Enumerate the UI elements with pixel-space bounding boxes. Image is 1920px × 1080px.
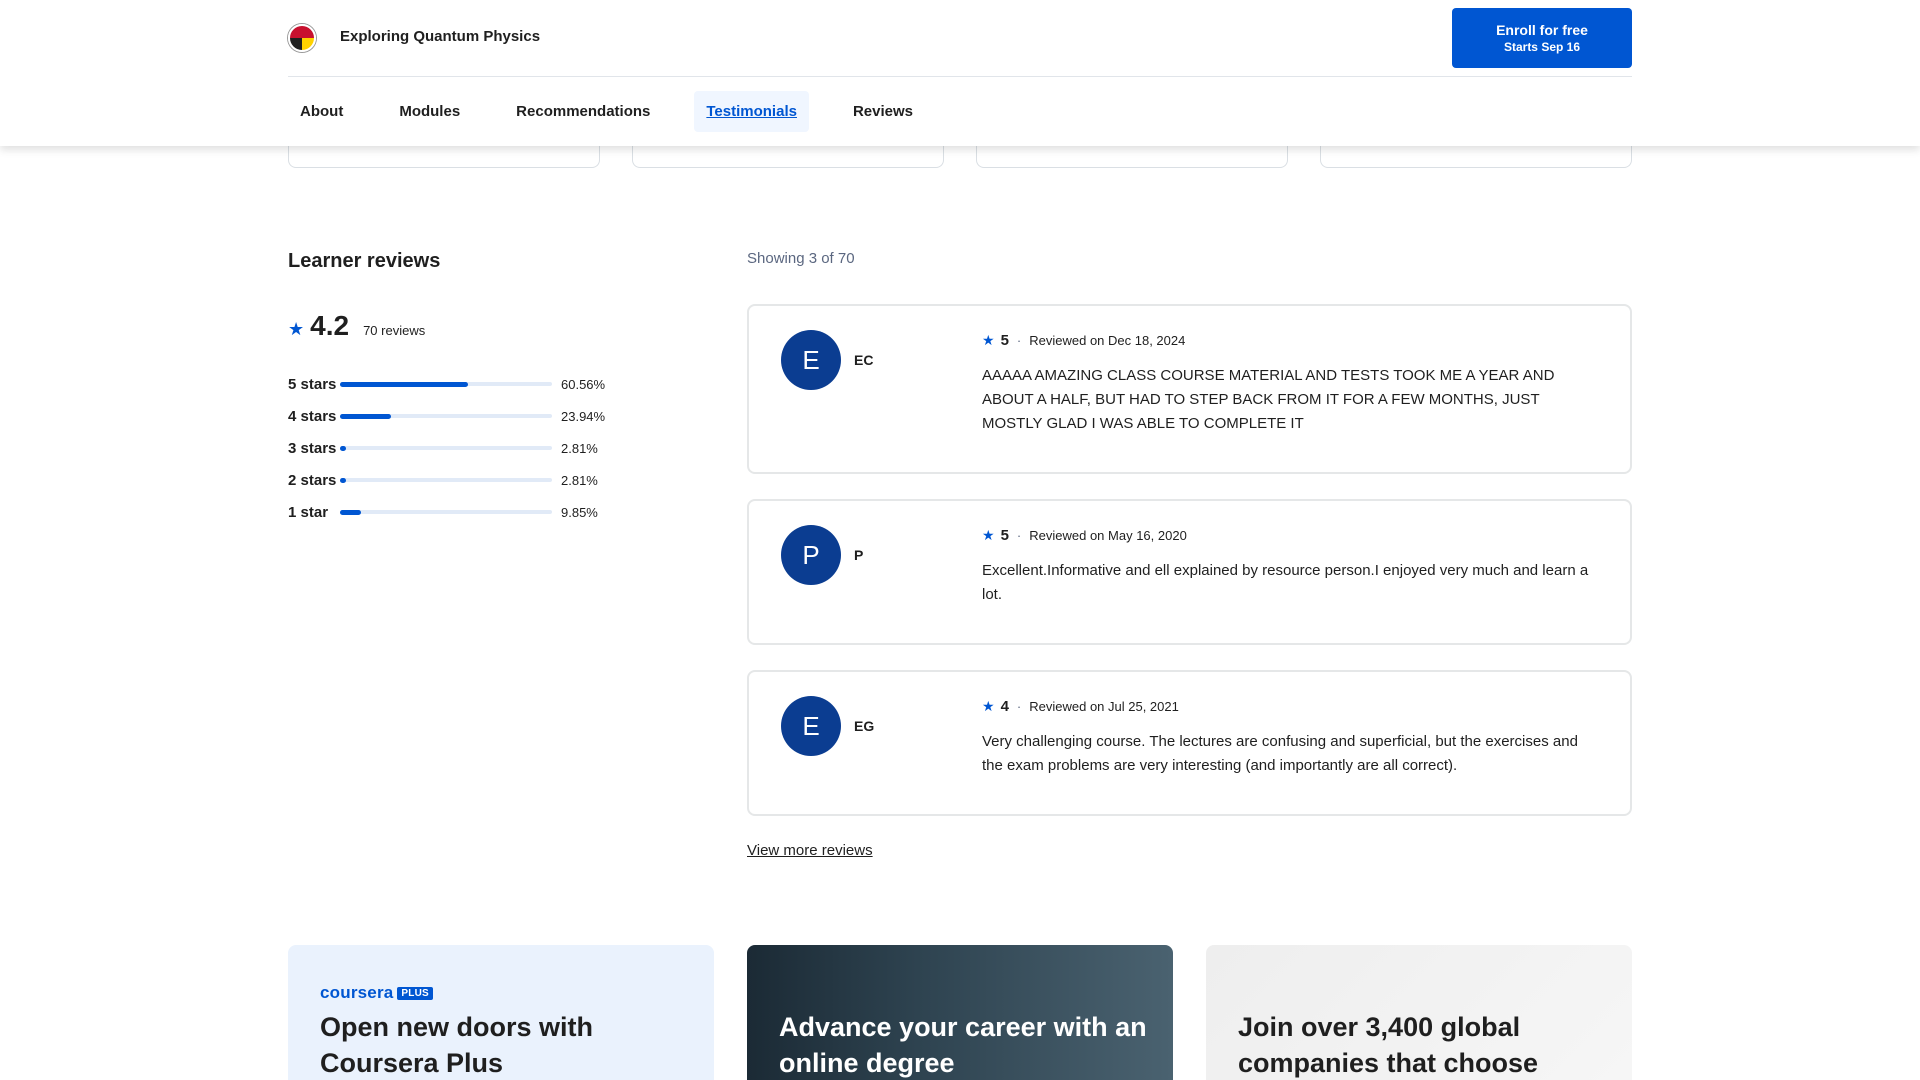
review-card: P P ★ 5 · Reviewed on May 16, 2020 Excel… [747, 499, 1632, 645]
separator-dot: · [1016, 333, 1022, 348]
reviews-heading: Learner reviews [288, 250, 441, 272]
reviewer-name: EC [854, 352, 874, 368]
review-rating: 5 [1000, 332, 1009, 349]
avatar: E [781, 696, 841, 756]
online-degree-promo-card[interactable]: Advance your career with an online degre… [747, 945, 1173, 1080]
rating-row-2[interactable]: 2 stars 2.81% [288, 464, 648, 496]
tab-reviews[interactable]: Reviews [841, 91, 925, 132]
rating-label: 1 star [288, 503, 329, 521]
enroll-button[interactable]: Enroll for free Starts Sep 16 [1452, 8, 1632, 68]
view-more-reviews-link[interactable]: View more reviews [747, 842, 873, 859]
review-text: Excellent.Informative and ell explained … [982, 562, 1589, 603]
coursera-plus-promo-card[interactable]: coursera PLUS Open new doors with Course… [288, 945, 714, 1080]
review-rating: 4 [1000, 698, 1009, 715]
rating-bar-fill [340, 509, 361, 515]
rating-row-1[interactable]: 1 star 9.85% [288, 496, 648, 528]
avatar: E [781, 330, 841, 390]
review-meta: ★ 4 · Reviewed on Jul 25, 2021 [982, 698, 1179, 715]
review-date: Reviewed on Dec 18, 2024 [1029, 333, 1186, 348]
review-text: Very challenging course. The lectures ar… [982, 733, 1578, 774]
rating-bar-fill [340, 445, 347, 451]
rating-percent: 2.81% [561, 472, 598, 488]
rating-label: 4 stars [288, 407, 337, 425]
rating-bar-track [340, 381, 552, 387]
section-nav: About Modules Recommendations Testimonia… [288, 89, 957, 134]
promo-title: Advance your career with an online degre… [779, 1012, 1147, 1078]
star-icon: ★ [982, 527, 995, 543]
tab-modules[interactable]: Modules [387, 91, 472, 132]
review-meta: ★ 5 · Reviewed on May 16, 2020 [982, 527, 1187, 544]
star-icon: ★ [288, 319, 305, 339]
rating-label: 5 stars [288, 375, 337, 393]
rating-row-5[interactable]: 5 stars 60.56% [288, 368, 648, 400]
rating-percent: 23.94% [561, 408, 606, 424]
rating-bar-track [340, 509, 552, 515]
review-card: E EG ★ 4 · Reviewed on Jul 25, 2021 Very… [747, 670, 1632, 816]
enterprise-promo-card[interactable]: Join over 3,400 global companies that ch… [1206, 945, 1632, 1080]
overall-rating: ★ 4.2 70 reviews [288, 310, 425, 342]
rating-distribution: 5 stars 60.56% 4 stars 23.94% 3 stars 2.… [288, 368, 648, 528]
rating-percent: 2.81% [561, 440, 598, 456]
rating-label: 3 stars [288, 439, 337, 457]
enroll-button-start-date: Starts Sep 16 [1503, 40, 1581, 54]
enroll-button-label: Enroll for free [1496, 22, 1588, 38]
review-date: Reviewed on May 16, 2020 [1029, 528, 1187, 543]
rating-row-4[interactable]: 4 stars 23.94% [288, 400, 648, 432]
rating-label: 2 stars [288, 471, 337, 489]
showing-count: Showing 3 of 70 [747, 250, 855, 267]
tab-testimonials[interactable]: Testimonials [694, 91, 809, 132]
tab-recommendations[interactable]: Recommendations [504, 91, 662, 132]
rating-percent: 9.85% [561, 504, 598, 520]
star-icon: ★ [982, 332, 995, 348]
tab-about[interactable]: About [288, 91, 355, 132]
rating-percent: 60.56% [561, 376, 606, 392]
rating-bar-track [340, 413, 552, 419]
coursera-plus-logo: coursera PLUS [320, 983, 433, 1003]
brand-badge: PLUS [397, 986, 433, 1000]
rating-bar-fill [340, 413, 391, 419]
review-date: Reviewed on Jul 25, 2021 [1029, 699, 1179, 714]
review-count: 70 reviews [363, 323, 426, 338]
avatar: P [781, 525, 841, 585]
rating-bar-track [340, 477, 552, 483]
sticky-header: Exploring Quantum Physics Enroll for fre… [0, 0, 1920, 146]
separator-dot: · [1016, 699, 1022, 714]
review-card: E EC ★ 5 · Reviewed on Dec 18, 2024 AAAA… [747, 304, 1632, 474]
university-logo-icon[interactable] [288, 24, 316, 52]
course-title: Exploring Quantum Physics [340, 28, 541, 45]
rating-value: 4.2 [310, 310, 350, 341]
separator-dot: · [1016, 528, 1022, 543]
reviewer-name: P [854, 547, 864, 563]
review-text: AAAAA AMAZING CLASS COURSE MATERIAL AND … [982, 367, 1555, 432]
reviewer-name: EG [854, 718, 875, 734]
header-top-bar: Exploring Quantum Physics Enroll for fre… [288, 0, 1632, 77]
rating-bar-track [340, 445, 552, 451]
brand-name: coursera [320, 983, 394, 1002]
star-icon: ★ [982, 698, 995, 714]
review-rating: 5 [1000, 527, 1009, 544]
rating-bar-fill [340, 477, 347, 483]
promo-title: Open new doors with Coursera Plus [320, 1012, 594, 1078]
rating-row-3[interactable]: 3 stars 2.81% [288, 432, 648, 464]
promo-title: Join over 3,400 global companies that ch… [1238, 1012, 1539, 1078]
rating-bar-fill [340, 381, 469, 387]
review-meta: ★ 5 · Reviewed on Dec 18, 2024 [982, 332, 1185, 349]
